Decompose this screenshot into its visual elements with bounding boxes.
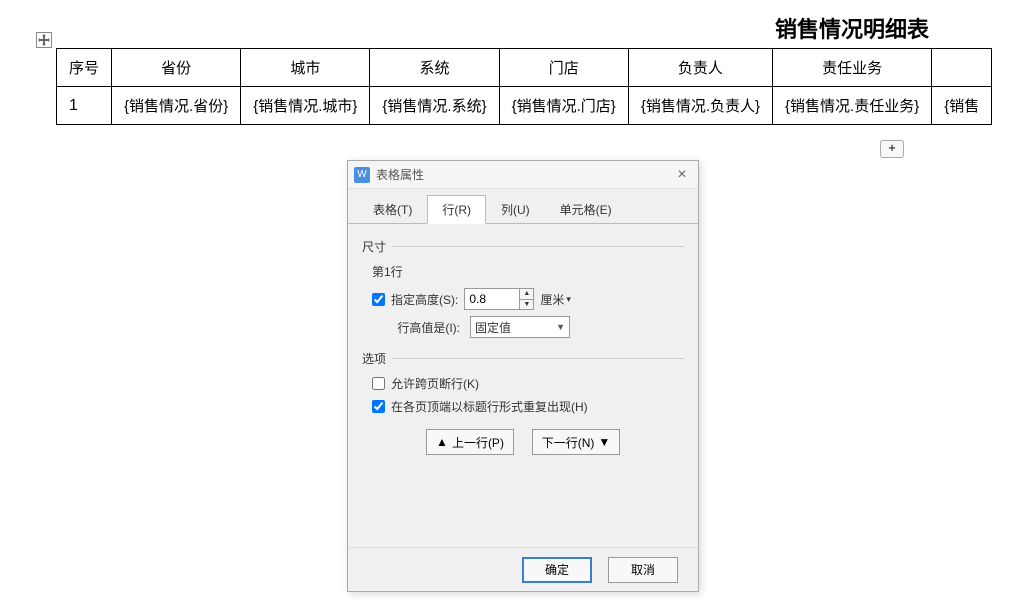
app-icon: W [354, 167, 370, 183]
height-unit-dropdown[interactable]: 厘米 [540, 291, 571, 308]
cell-business[interactable]: {销售情况.责任业务} [773, 87, 932, 125]
cell-city[interactable]: {销售情况.城市} [241, 87, 370, 125]
cell-system[interactable]: {销售情况.系统} [370, 87, 499, 125]
height-input[interactable] [464, 288, 520, 310]
table-row[interactable]: 1 {销售情况.省份} {销售情况.城市} {销售情况.系统} {销售情况.门店… [57, 87, 992, 125]
tab-column[interactable]: 列(U) [486, 195, 545, 224]
document-title: 销售情况明细表 [775, 12, 929, 44]
repeat-header-checkbox[interactable] [372, 400, 385, 413]
up-arrow-icon: ▲ [436, 435, 448, 449]
dialog-titlebar[interactable]: W 表格属性 × [348, 161, 698, 189]
cell-seq[interactable]: 1 [57, 87, 112, 125]
col-extra [932, 49, 992, 87]
sales-detail-table[interactable]: 序号 省份 城市 系统 门店 负责人 责任业务 1 {销售情况.省份} {销售情… [56, 48, 992, 125]
repeat-header-label: 在各页顶端以标题行形式重复出现(H) [391, 398, 588, 415]
col-seq: 序号 [57, 49, 112, 87]
col-store: 门店 [499, 49, 628, 87]
row-height-type-label: 行高值是(I): [372, 319, 460, 336]
tab-table[interactable]: 表格(T) [358, 195, 427, 224]
tab-row[interactable]: 行(R) [427, 195, 486, 224]
prev-row-button[interactable]: ▲ 上一行(P) [426, 429, 514, 455]
close-icon: × [677, 166, 686, 184]
cell-store[interactable]: {销售情况.门店} [499, 87, 628, 125]
tab-cell[interactable]: 单元格(E) [545, 195, 627, 224]
size-group-label: 尺寸 [362, 238, 684, 255]
cancel-button[interactable]: 取消 [608, 557, 678, 583]
col-owner: 负责人 [628, 49, 772, 87]
add-row-button[interactable]: + [880, 140, 904, 158]
table-move-handle[interactable] [36, 32, 52, 48]
allow-break-label: 允许跨页断行(K) [391, 375, 479, 392]
close-button[interactable]: × [672, 165, 692, 185]
cell-owner[interactable]: {销售情况.负责人} [628, 87, 772, 125]
down-arrow-icon: ▼ [598, 435, 610, 449]
dialog-footer: 确定 取消 [348, 547, 698, 591]
spinner-down-icon[interactable]: ▼ [520, 300, 533, 310]
height-spinner[interactable]: ▲ ▼ [520, 288, 534, 310]
allow-break-checkbox[interactable] [372, 377, 385, 390]
options-group-label: 选项 [362, 350, 684, 367]
table-properties-dialog: W 表格属性 × 表格(T) 行(R) 列(U) 单元格(E) 尺寸 第1行 指… [347, 160, 699, 592]
spinner-up-icon[interactable]: ▲ [520, 289, 533, 300]
specify-height-label: 指定高度(S): [391, 291, 458, 308]
specify-height-checkbox[interactable] [372, 293, 385, 306]
dialog-title: 表格属性 [376, 166, 672, 183]
col-system: 系统 [370, 49, 499, 87]
col-province: 省份 [112, 49, 241, 87]
col-business: 责任业务 [773, 49, 932, 87]
tab-strip: 表格(T) 行(R) 列(U) 单元格(E) [348, 189, 698, 224]
row-number-label: 第1行 [372, 263, 684, 280]
col-city: 城市 [241, 49, 370, 87]
tab-content-row: 尺寸 第1行 指定高度(S): ▲ ▼ 厘米 行高值是(I): [348, 223, 698, 547]
next-row-button[interactable]: 下一行(N) ▼ [532, 429, 620, 455]
cell-province[interactable]: {销售情况.省份} [112, 87, 241, 125]
table-header-row[interactable]: 序号 省份 城市 系统 门店 负责人 责任业务 [57, 49, 992, 87]
move-icon [38, 34, 50, 46]
row-height-type-select[interactable]: 固定值 [470, 316, 570, 338]
ok-button[interactable]: 确定 [522, 557, 592, 583]
cell-extra[interactable]: {销售 [932, 87, 992, 125]
